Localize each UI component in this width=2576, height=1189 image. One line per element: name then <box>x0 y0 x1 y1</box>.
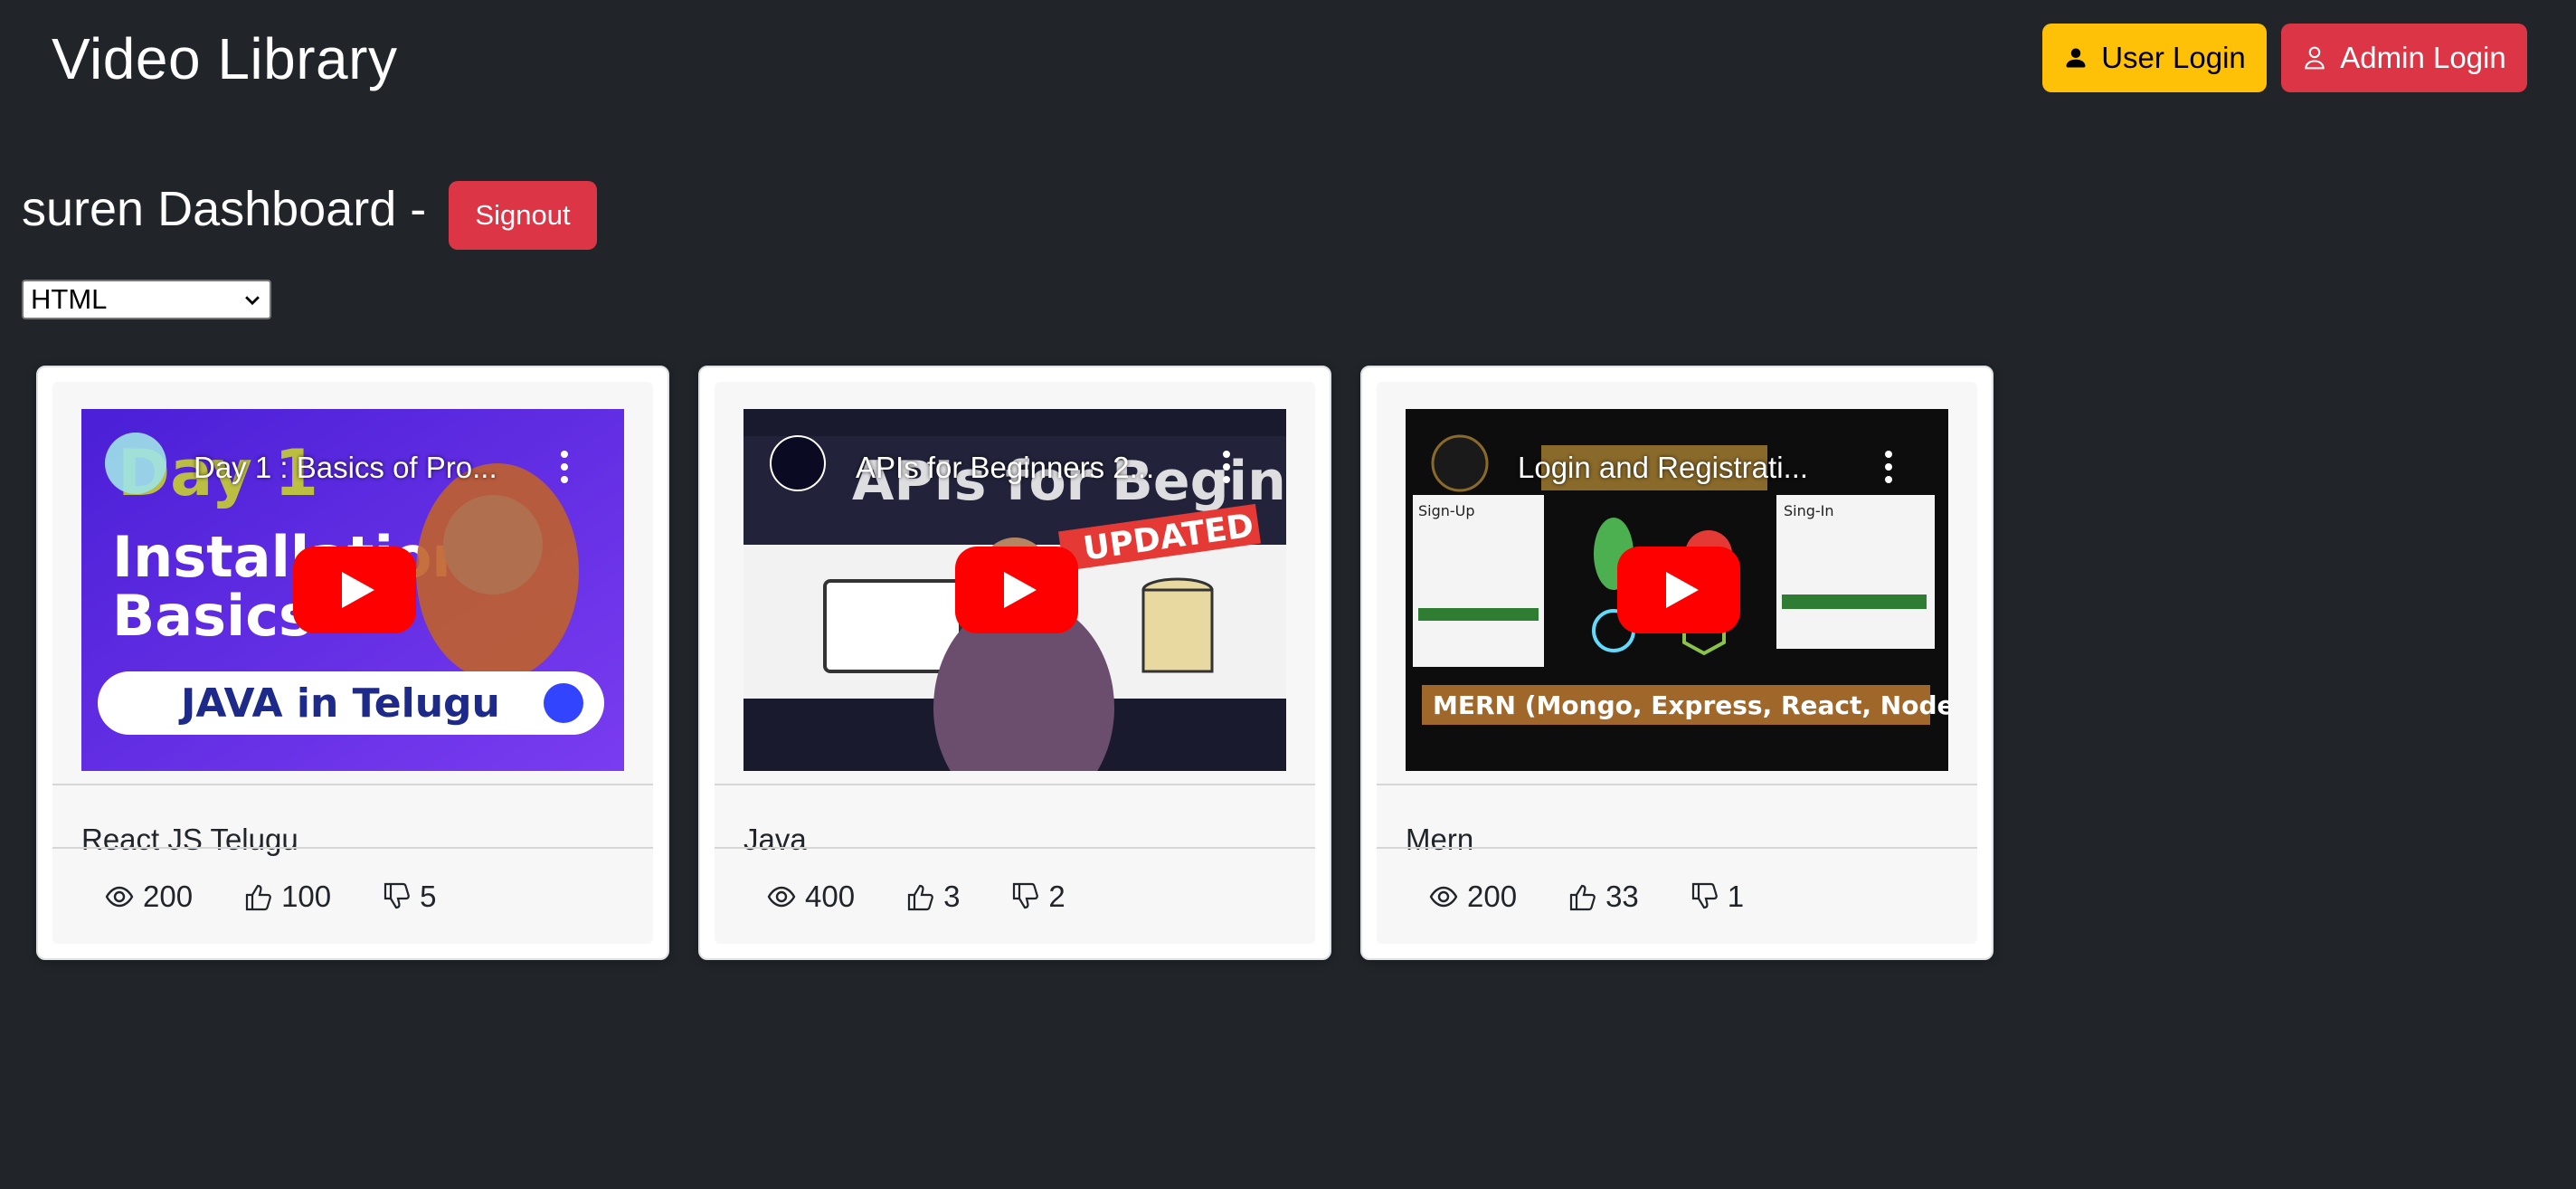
youtube-play-icon[interactable] <box>955 547 1078 633</box>
youtube-play-icon[interactable] <box>1617 547 1740 633</box>
category-select-value: HTML <box>31 283 108 315</box>
thumbs-up-icon <box>245 884 271 911</box>
card-body: Day 1 Installation Basics JAVA in Telugu… <box>52 382 653 944</box>
thumbs-down-icon <box>1013 882 1039 909</box>
more-vertical-icon[interactable] <box>1221 449 1232 485</box>
video-name: Java <box>743 823 807 856</box>
dislikes-count: 5 <box>420 880 437 913</box>
views-count: 200 <box>143 880 194 913</box>
svg-text:Sign-Up: Sign-Up <box>1418 502 1475 519</box>
views-count: 400 <box>805 880 856 913</box>
category-select[interactable]: HTML <box>22 280 271 319</box>
admin-login-label: Admin Login <box>2340 41 2506 74</box>
dislikes-stat[interactable]: 1 <box>1690 880 1744 914</box>
card-body: APIs for Beginners UPDATED APIs for Begi… <box>715 382 1315 944</box>
video-stats: 200 100 5 <box>105 880 436 914</box>
video-card: Sign-Up Sing-In MERN (Mongo, Express, Re… <box>1360 366 1994 960</box>
video-title: Login and Registrati... <box>1518 451 1809 484</box>
likes-count: 3 <box>943 880 961 913</box>
divider <box>1377 784 1977 785</box>
views-stat: 200 <box>1429 880 1517 914</box>
video-embed[interactable]: Day 1 Installation Basics JAVA in Telugu… <box>81 409 624 771</box>
svg-text:MERN (Mongo, Express, React, N: MERN (Mongo, Express, React, Node) <box>1433 690 1948 720</box>
eye-icon <box>767 886 796 908</box>
thumbs-down-icon <box>1691 882 1718 909</box>
eye-icon <box>1429 886 1458 908</box>
video-title: APIs for Beginners 2... <box>856 451 1155 484</box>
svg-text:JAVA in Telugu: JAVA in Telugu <box>178 680 500 727</box>
video-title: Day 1 : Basics of Pro... <box>194 451 497 484</box>
likes-stat[interactable]: 33 <box>1567 880 1639 914</box>
svg-text:Sing-In: Sing-In <box>1784 502 1834 519</box>
admin-login-button[interactable]: Admin Login <box>2281 24 2527 92</box>
video-stats: 200 33 1 <box>1429 880 1744 914</box>
dislikes-count: 2 <box>1048 880 1065 913</box>
divider <box>52 784 653 785</box>
person-icon <box>2305 46 2325 70</box>
eye-icon <box>105 886 134 908</box>
likes-stat[interactable]: 3 <box>905 880 960 914</box>
video-card: Day 1 Installation Basics JAVA in Telugu… <box>36 366 669 960</box>
video-name: Mern <box>1406 823 1474 856</box>
divider <box>715 847 1315 849</box>
svg-text:Basics: Basics <box>112 583 312 649</box>
dislikes-count: 1 <box>1727 880 1745 913</box>
views-stat: 400 <box>767 880 855 914</box>
dislikes-stat[interactable]: 2 <box>1010 880 1065 914</box>
divider <box>1377 847 1977 849</box>
person-fill-icon <box>2066 48 2086 68</box>
views-stat: 200 <box>105 880 193 914</box>
user-login-label: User Login <box>2101 41 2246 74</box>
user-login-button[interactable]: User Login <box>2042 24 2267 92</box>
thumbs-down-icon <box>384 882 410 909</box>
card-body: Sign-Up Sing-In MERN (Mongo, Express, Re… <box>1377 382 1977 944</box>
more-vertical-icon[interactable] <box>1883 449 1894 485</box>
divider <box>52 847 653 849</box>
likes-stat[interactable]: 100 <box>243 880 331 914</box>
youtube-play-icon[interactable] <box>293 547 416 633</box>
divider <box>715 784 1315 785</box>
more-vertical-icon[interactable] <box>559 449 570 485</box>
dislikes-stat[interactable]: 5 <box>382 880 436 914</box>
views-count: 200 <box>1467 880 1518 913</box>
thumbs-up-icon <box>1569 884 1596 911</box>
video-embed[interactable]: Sign-Up Sing-In MERN (Mongo, Express, Re… <box>1406 409 1948 771</box>
thumbs-up-icon <box>907 884 933 911</box>
video-card: APIs for Beginners UPDATED APIs for Begi… <box>698 366 1331 960</box>
video-embed[interactable]: APIs for Beginners UPDATED APIs for Begi… <box>743 409 1286 771</box>
likes-count: 100 <box>281 880 332 913</box>
likes-count: 33 <box>1605 880 1639 913</box>
chevron-down-icon <box>245 296 260 306</box>
signout-button[interactable]: Signout <box>449 181 597 250</box>
app-title: Video Library <box>52 26 398 91</box>
video-stats: 400 3 2 <box>767 880 1065 914</box>
video-name: React JS Telugu <box>81 823 298 856</box>
dashboard-title: suren Dashboard - <box>22 182 427 236</box>
